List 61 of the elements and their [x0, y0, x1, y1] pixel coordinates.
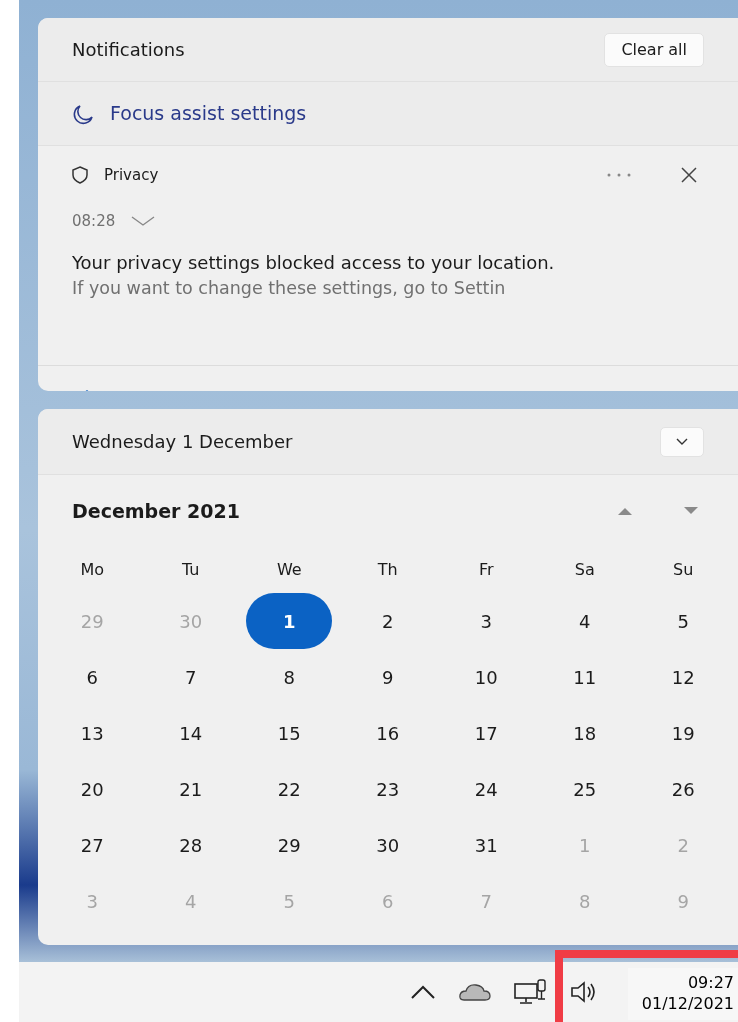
calendar-day[interactable]: 27 [49, 817, 136, 873]
calendar-day[interactable]: 9 [344, 649, 431, 705]
calendar-day[interactable]: 2 [344, 593, 431, 649]
calendar-day[interactable]: 26 [640, 761, 727, 817]
weekday-label: Th [377, 559, 398, 581]
close-icon[interactable] [680, 166, 698, 184]
chevron-down-icon [676, 437, 688, 446]
calendar-day[interactable]: 25 [541, 761, 628, 817]
calendar-day[interactable]: 14 [147, 705, 234, 761]
network-icon[interactable] [513, 979, 548, 1005]
weekday-label: Fr [478, 559, 494, 581]
calendar-day[interactable]: 17 [443, 705, 530, 761]
calendar-day[interactable]: 1 [246, 593, 333, 649]
weekday-label: Mo [80, 559, 105, 581]
focus-assist-link[interactable]: Focus assist settings [110, 99, 307, 128]
clock-button[interactable]: 09:27 01/12/2021 [627, 968, 738, 1020]
moon-icon [72, 102, 94, 125]
calendar-day[interactable]: 30 [344, 817, 431, 873]
app-name: Privacy [104, 164, 160, 186]
calendar-day[interactable]: 15 [246, 705, 333, 761]
calendar-day[interactable]: 21 [147, 761, 234, 817]
calendar-day[interactable]: 18 [541, 705, 628, 761]
calendar-day[interactable]: 13 [49, 705, 136, 761]
notification-title: Your privacy settings blocked access to your location. [72, 252, 556, 275]
calendar-day[interactable]: 3 [443, 593, 530, 649]
calendar-day[interactable]: 19 [640, 705, 727, 761]
notification-time: 08:28 [72, 210, 116, 232]
weekday-label: Tu [182, 559, 200, 581]
calendar-day[interactable]: 8 [246, 649, 333, 705]
weekday-label: Sa [574, 559, 595, 581]
panel-title: Notifications [72, 38, 185, 62]
calendar-day[interactable]: 28 [147, 817, 234, 873]
previous-month-icon[interactable] [616, 506, 634, 516]
month-heading: December 2021 [72, 498, 240, 524]
calendar-day[interactable]: 11 [541, 649, 628, 705]
notification-card[interactable]: Privacy 08:28 Your privacy settings blocked access to your location. If you want to change these settings, go to Settin [38, 146, 738, 366]
next-month-icon[interactable] [682, 506, 700, 516]
calendar-day[interactable]: 6 [49, 649, 136, 705]
expand-chevron-icon[interactable] [131, 216, 156, 226]
calendar-day[interactable]: 31 [443, 817, 530, 873]
calendar-day[interactable]: 22 [246, 761, 333, 817]
calendar-day[interactable]: 4 [541, 593, 628, 649]
date-heading: Wednesday 1 December [72, 430, 293, 454]
calendar-day[interactable]: 23 [344, 761, 431, 817]
calendar-day[interactable]: 10 [443, 649, 530, 705]
notification-body: If you want to change these settings, go to Settin [72, 276, 507, 300]
more-options-icon[interactable] [606, 172, 632, 178]
shield-icon [72, 166, 88, 184]
calendar-day[interactable]: 20 [49, 761, 136, 817]
calendar-day[interactable]: 24 [443, 761, 530, 817]
calendar-day[interactable]: 12 [640, 649, 727, 705]
calendar-day[interactable]: 5 [640, 593, 727, 649]
calendar-day[interactable]: 16 [344, 705, 431, 761]
cloud-icon[interactable] [457, 982, 492, 1002]
clear-all-button[interactable]: Clear all [604, 32, 704, 67]
weekday-label: We [276, 559, 302, 581]
weekday-label: Su [673, 559, 694, 581]
chevron-up-icon[interactable] [409, 984, 436, 1000]
speaker-icon[interactable] [569, 980, 598, 1004]
calendar-day[interactable]: 29 [246, 817, 333, 873]
calendar-day[interactable]: 7 [147, 649, 234, 705]
